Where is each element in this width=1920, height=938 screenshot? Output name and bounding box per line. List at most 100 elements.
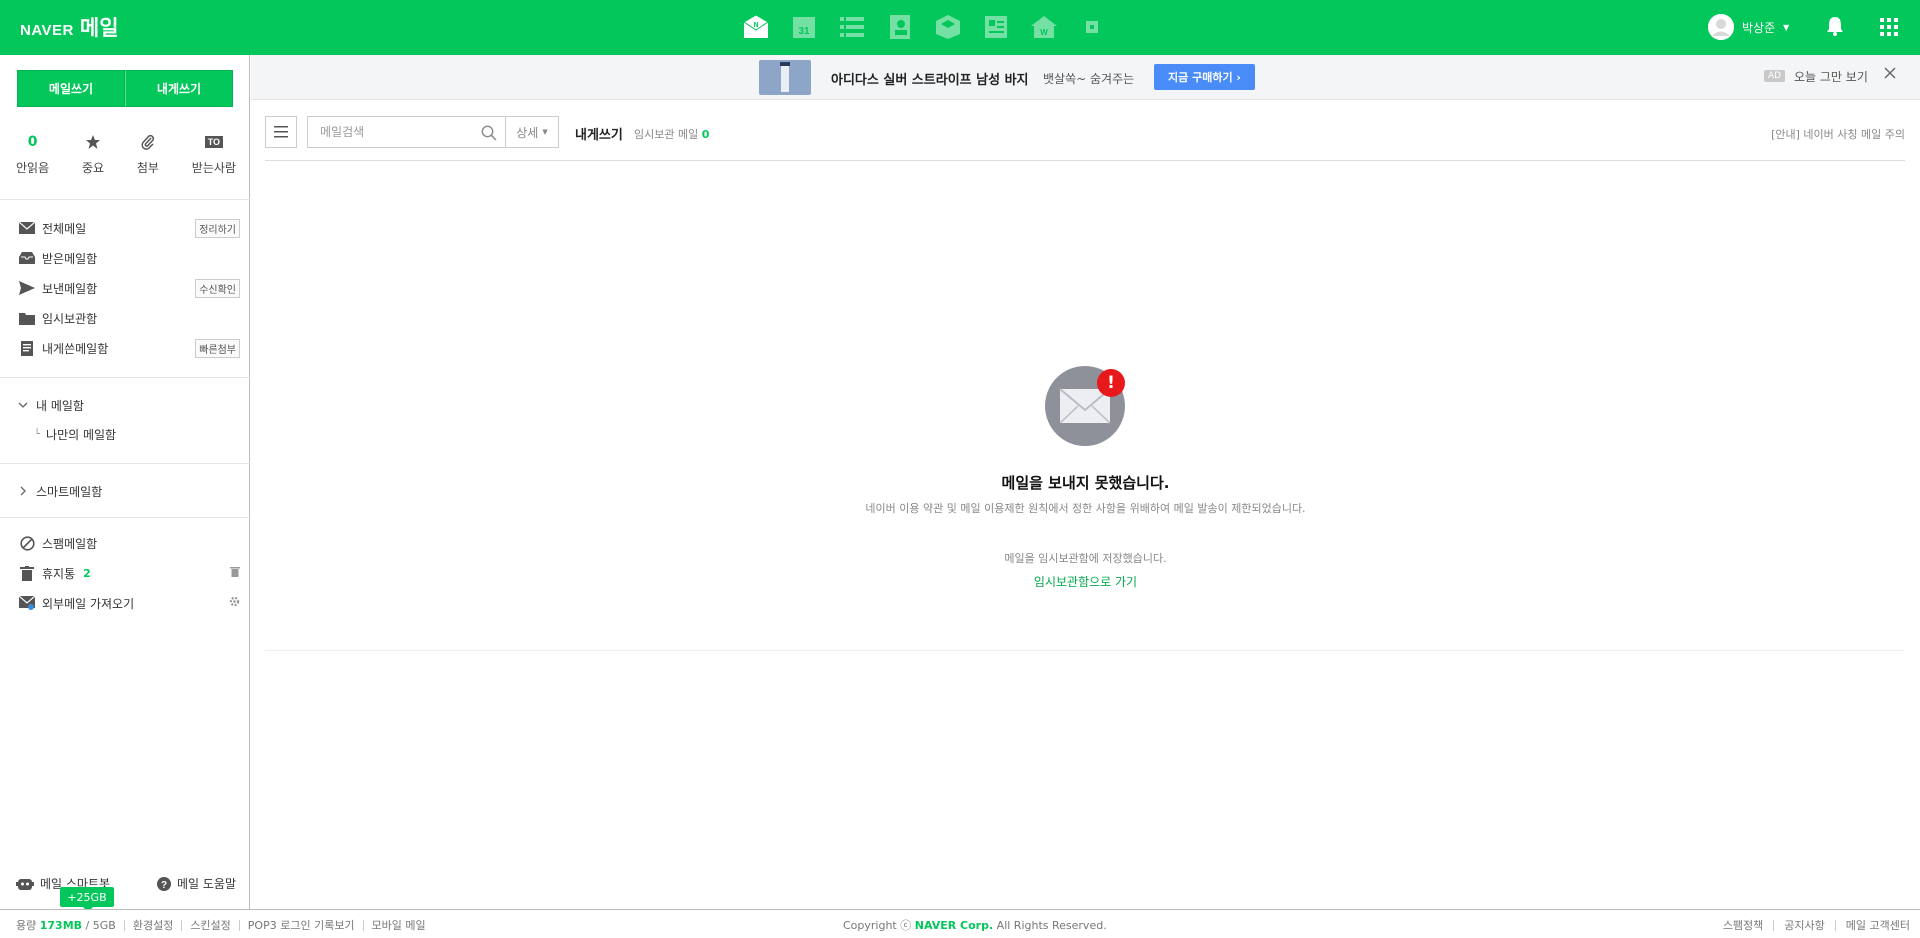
search-input[interactable]	[318, 124, 478, 140]
close-icon[interactable]	[1884, 67, 1896, 82]
quick-unread[interactable]: 0 안읽음	[16, 133, 49, 176]
divider	[0, 377, 250, 378]
external-mail-icon	[18, 596, 36, 610]
go-to-drafts-label[interactable]: 임시보관함으로 가기	[1034, 575, 1137, 589]
read-receipt-button[interactable]: 수신확인	[195, 278, 240, 298]
block-icon	[18, 535, 36, 551]
sidebar-item-label: 보낸메일함	[42, 281, 98, 296]
naver-mail-logo[interactable]: NAVER 메일	[20, 12, 119, 42]
divider	[181, 919, 183, 931]
bell-icon[interactable]	[1826, 16, 1844, 39]
pop3-log-link[interactable]: POP3 로그인 기록보기	[248, 917, 355, 933]
copyright: Copyright ⓒ NAVER Corp. All Rights Reser…	[843, 917, 1107, 933]
sidebar-item-drafts[interactable]: 임시보관함	[18, 308, 240, 328]
chevron-down-icon	[18, 402, 28, 409]
ad-hide-today-link[interactable]: 오늘 그만 보기	[1794, 68, 1868, 85]
compose-button[interactable]: 메일쓰기	[17, 70, 125, 107]
draft-label: 임시보관 메일	[634, 128, 699, 141]
all-services-grid-icon[interactable]	[1880, 18, 1898, 39]
svg-text:31: 31	[798, 26, 810, 37]
quota-total: / 5GB	[85, 919, 116, 932]
house-icon[interactable]: W	[1026, 12, 1062, 42]
sidebar-item-external[interactable]: 외부메일 가져오기	[18, 593, 240, 613]
notice-board-link[interactable]: 공지사항	[1784, 917, 1824, 933]
ad-buy-button[interactable]: 지금 구매하기 ›	[1154, 64, 1255, 90]
divider	[0, 463, 250, 464]
copyright-prefix: Copyright ⓒ	[843, 919, 912, 932]
quick-attach-button[interactable]: 빠른첨부	[195, 338, 240, 358]
top-bar: NAVER 메일 N 31 W 박상준 ▼	[0, 0, 1920, 55]
quick-important[interactable]: 중요	[82, 133, 104, 176]
star-icon	[86, 135, 100, 149]
sidebar-item-label: 외부메일 가져오기	[42, 596, 135, 611]
help-link[interactable]: ? 메일 도움말	[156, 875, 236, 892]
mini-icon[interactable]	[1074, 12, 1110, 42]
svg-text:W: W	[1040, 28, 1048, 37]
support-center-link[interactable]: 메일 고객센터	[1846, 917, 1910, 933]
unread-label: 안읽음	[16, 161, 50, 175]
detail-label: 상세	[516, 125, 539, 140]
notice-link[interactable]: [안내] 네이버 사칭 메일 주의	[1771, 126, 1905, 142]
storage-info[interactable]: 용량 173MB / 5GB	[16, 917, 116, 933]
list-icon[interactable]	[834, 12, 870, 42]
divider	[0, 517, 250, 518]
gear-icon[interactable]	[229, 596, 240, 610]
ad-banner: 아디다스 실버 스트라이프 남성 바지 뱃살쏙~ 숨겨주는 지금 구매하기 › …	[251, 55, 1920, 100]
search-detail-dropdown[interactable]: 상세 ▼	[505, 116, 559, 148]
footer-left: 용량 173MB / 5GB 환경설정 스킨설정 POP3 로그인 기록보기 모…	[16, 917, 426, 933]
divider	[238, 919, 240, 931]
mobile-mail-link[interactable]: 모바일 메일	[372, 917, 426, 933]
copyright-suffix: All Rights Reserved.	[996, 919, 1107, 932]
sidebar-item-self[interactable]: 내게쓴메일함 빠른첨부	[18, 338, 240, 358]
error-description: 네이버 이용 약관 및 메일 이용제한 원칙에서 정한 사항을 위배하여 메일 …	[865, 502, 1306, 515]
divider	[265, 160, 1905, 161]
unread-count: 0	[27, 134, 38, 150]
divider	[0, 199, 250, 200]
divider	[362, 919, 364, 931]
sidebar-item-my-sub[interactable]: └ 나만의 메일함	[34, 424, 256, 444]
sidebar-item-label: 나만의 메일함	[46, 427, 117, 442]
paperclip-icon	[141, 134, 154, 150]
mail-icon[interactable]: N	[738, 12, 774, 42]
app-switcher: N 31 W	[738, 12, 1110, 42]
avatar	[1708, 14, 1734, 40]
robot-icon	[16, 878, 34, 890]
go-to-drafts-link: 임시보관함으로 가기	[0, 573, 1920, 590]
copyright-corp[interactable]: NAVER Corp.	[915, 919, 993, 932]
quick-recipient[interactable]: TO 받는사람	[192, 133, 236, 176]
envelope-icon	[18, 222, 36, 234]
mail-toolbar: 상세 ▼ 내게쓰기 임시보관 메일 0 [안내] 네이버 사칭 메일 주의	[265, 116, 1905, 148]
quick-attachment[interactable]: 첨부	[137, 133, 159, 176]
write-to-self-button[interactable]: 내게쓰기	[125, 70, 233, 107]
search-icon[interactable]	[481, 125, 497, 144]
folder-icon	[18, 312, 36, 325]
draft-info[interactable]: 임시보관 메일 0	[634, 126, 709, 142]
memo-icon[interactable]	[978, 12, 1014, 42]
footer: 용량 173MB / 5GB 환경설정 스킨설정 POP3 로그인 기록보기 모…	[0, 909, 1920, 938]
sidebar-item-label: 전체메일	[42, 221, 87, 236]
user-menu[interactable]: 박상준 ▼	[1708, 14, 1789, 40]
ad-tag: AD	[1764, 70, 1786, 82]
note-icon	[18, 340, 36, 356]
contacts-icon[interactable]	[882, 12, 918, 42]
sidebar-item-label: 내 메일함	[36, 398, 84, 413]
quota-label: 용량	[16, 919, 37, 932]
sidebar-item-inbox[interactable]: 받은메일함	[18, 248, 240, 268]
to-tag-icon: TO	[204, 136, 224, 148]
spam-policy-link[interactable]: 스팸정책	[1723, 917, 1763, 933]
logo-mail: 메일	[79, 16, 119, 40]
user-name: 박상준	[1742, 20, 1776, 35]
sidebar-item-label: 임시보관함	[42, 311, 98, 326]
ad-title[interactable]: 아디다스 실버 스트라이프 남성 바지	[831, 69, 1029, 88]
ad-product-image[interactable]	[759, 60, 811, 95]
hamburger-menu-icon[interactable]	[265, 116, 297, 148]
settings-link[interactable]: 환경설정	[133, 917, 173, 933]
sidebar-item-all-mail[interactable]: 전체메일 정리하기	[18, 218, 240, 238]
box-icon[interactable]	[930, 12, 966, 42]
calendar-icon[interactable]: 31	[786, 12, 822, 42]
sidebar-item-my-folders[interactable]: 내 메일함	[18, 395, 240, 415]
sidebar-item-sent[interactable]: 보낸메일함 수신확인	[18, 278, 240, 298]
storage-upgrade-tooltip[interactable]: +25GB	[60, 887, 114, 912]
organize-button[interactable]: 정리하기	[195, 218, 240, 238]
skin-settings-link[interactable]: 스킨설정	[190, 917, 230, 933]
